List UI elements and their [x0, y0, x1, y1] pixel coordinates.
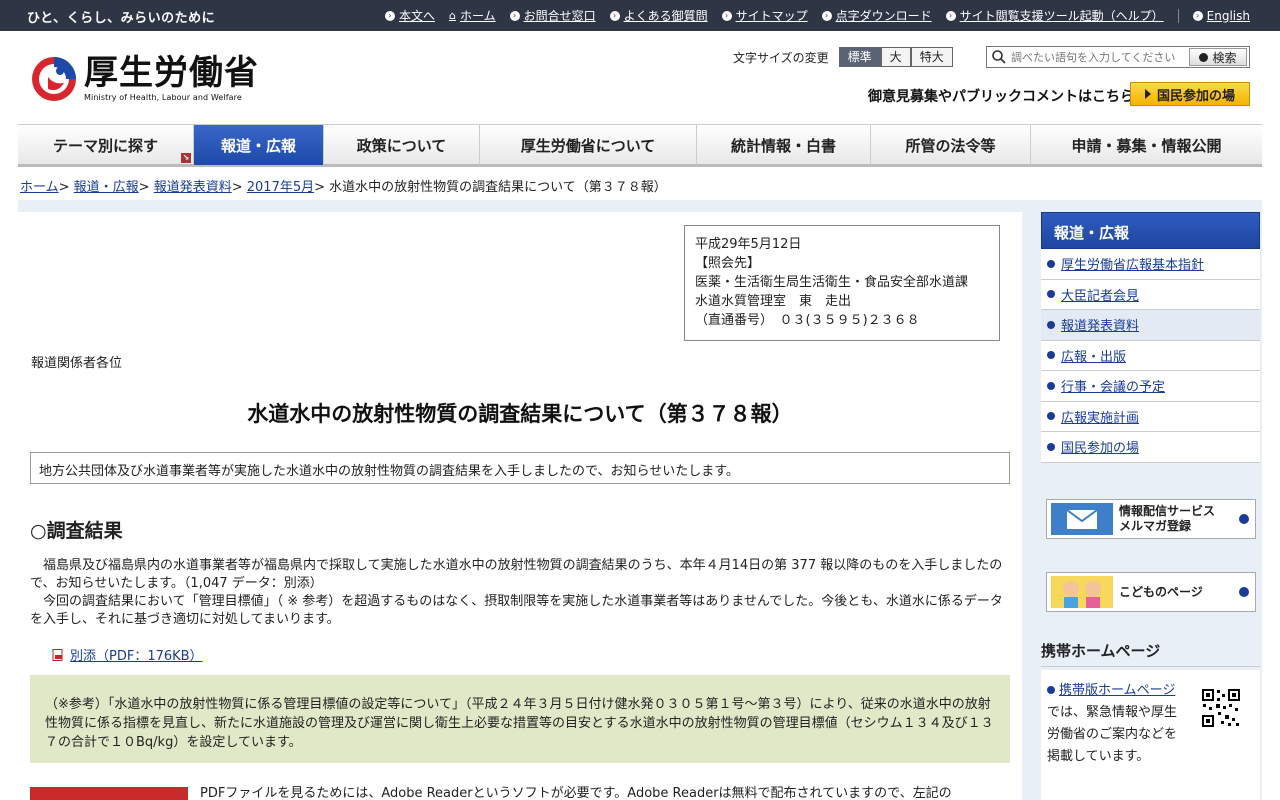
arrow-icon [1199, 52, 1209, 62]
breadcrumb-releases[interactable]: 報道発表資料 [154, 180, 232, 195]
breadcrumb-current: 水道水中の放射性物質の調査結果について（第３７８報） [329, 180, 667, 195]
mobile-site-link[interactable]: 携帯版ホームページ [1059, 683, 1175, 698]
bullet-icon [1047, 259, 1055, 268]
mobile-site-text: では、緊急情報や厚生労働省のご案内などを掲載しています。 [1047, 705, 1178, 764]
top-utility-bar: ひと、くらし、みらいのために › 本文へ ⌂ ホーム › お問合せ窓口 › よくある御質… [0, 0, 1280, 31]
kids-icon [1051, 576, 1113, 608]
mobile-site-heading: 携帯ホームページ [1041, 640, 1260, 667]
accessibility-tool-link[interactable]: › サイト閲覧支援ツール起動（ヘルプ） [945, 7, 1164, 24]
mhlw-logo-icon [30, 55, 78, 103]
font-size-large-button[interactable]: 大 [880, 47, 911, 67]
arrow-icon: › [509, 10, 520, 21]
expand-icon: ↘ [181, 153, 191, 163]
tagline: ひと、くらし、みらいのために [27, 11, 216, 26]
bullet-icon [1047, 686, 1055, 694]
sitemap-link[interactable]: › サイトマップ [721, 7, 808, 24]
home-icon: ⌂ [448, 9, 456, 22]
faq-link[interactable]: › よくある御質問 [609, 7, 708, 24]
nav-policy[interactable]: 政策について [324, 125, 480, 165]
utility-links: › 本文へ ⌂ ホーム › お問合せ窓口 › よくある御質問 › サイトマップ › 点字ダウ… [371, 7, 1250, 24]
contact-label: 【照会先】 [695, 256, 761, 271]
arrow-icon: › [609, 10, 620, 21]
nav-theme[interactable]: テーマ別に探す ↘ [18, 125, 194, 165]
logo-text: 厚生労働省 [84, 53, 259, 93]
breadcrumb-month[interactable]: 2017年5月 [247, 180, 314, 195]
breadcrumb-press[interactable]: 報道・広報 [74, 180, 139, 195]
sidebar-item-participation[interactable]: 国民参加の場 [1041, 432, 1260, 463]
reference-note: （※参考）「水道水中の放射性物質に係る管理目標値の設定等について」（平成２４年３… [30, 675, 1010, 763]
sidebar-item-publications[interactable]: 広報・出版 [1041, 340, 1260, 371]
attachment-pdf-link[interactable]: 別添（PDF：176KB） [52, 645, 203, 664]
arrow-icon: › [1192, 10, 1203, 21]
arrow-icon: › [945, 10, 956, 21]
contact-link[interactable]: › お問合せ窓口 [509, 7, 596, 24]
font-size-switcher: 文字サイズの変更 標準 大 特大 [733, 47, 953, 67]
arrow-icon: › [721, 10, 732, 21]
bullet-icon [1047, 381, 1055, 390]
sidebar-item-events[interactable]: 行事・会議の予定 [1041, 371, 1260, 402]
mail-icon [1051, 503, 1113, 535]
body-paragraph-1: 福島県及び福島県内の水道事業者等が福島県内で採取して実施した水道水中の放射性物質… [30, 558, 1003, 591]
nav-about[interactable]: 厚生労働省について [480, 125, 697, 165]
divider [1177, 8, 1179, 23]
mobile-site-box: 携帯版ホームページでは、緊急情報や厚生労働省のご案内などを掲載しています。 [1041, 670, 1260, 800]
english-link[interactable]: › English [1192, 9, 1250, 23]
recipient: 報道関係者各位 [31, 356, 123, 371]
release-date: 平成29年5月12日 [695, 237, 802, 252]
adobe-reader-notice: PDFファイルを見るためには、Adobe Readerというソフトが必要です。A… [200, 786, 952, 800]
bullet-icon [1047, 290, 1055, 299]
contact-phone: （直通番号） ０３(３５９５)２３６８ [695, 313, 920, 328]
sidebar-item-pr-policy[interactable]: 厚生労働省広報基本指針 [1041, 249, 1260, 280]
play-icon [1144, 89, 1151, 99]
nav-laws[interactable]: 所管の法令等 [871, 125, 1031, 165]
global-nav: テーマ別に探す ↘ 報道・広報 政策について 厚生労働省について 統計情報・白書 … [18, 124, 1262, 167]
public-participation-button[interactable]: 国民参加の場 [1130, 82, 1250, 106]
font-size-xlarge-button[interactable]: 特大 [910, 47, 953, 67]
search-button[interactable]: 検索 [1189, 48, 1247, 66]
search-input[interactable] [1011, 50, 1191, 64]
bullet-icon [1047, 442, 1055, 451]
search-icon [991, 49, 1007, 65]
font-size-label: 文字サイズの変更 [733, 50, 829, 65]
kids-page-banner[interactable]: こどものページ [1046, 572, 1256, 612]
sidebar-item-pr-plan[interactable]: 広報実施計画 [1041, 401, 1260, 432]
site-header: 厚生労働省 Ministry of Health, Labour and Wel… [0, 31, 1280, 124]
page-title: 水道水中の放射性物質の調査結果について（第３７８報） [247, 402, 793, 426]
contact-department: 医薬・生活衛生局生活衛生・食品安全部水道課 [695, 275, 969, 290]
skip-to-content-link[interactable]: › 本文へ [384, 7, 435, 24]
contact-info-box: 平成29年5月12日 【照会先】 医薬・生活衛生局生活衛生・食品安全部水道課 水… [684, 225, 1000, 341]
logo-english: Ministry of Health, Labour and Welfare [84, 93, 242, 102]
arrow-icon: › [821, 10, 832, 21]
nav-applications[interactable]: 申請・募集・情報公開 [1031, 125, 1262, 165]
sidebar-item-press-releases[interactable]: 報道発表資料 [1041, 310, 1260, 341]
body-paragraph-2: 今回の調査結果において「管理目標値」（ ※ 参考）を超過するものはなく、摂取制限… [30, 594, 1003, 627]
public-comment-text: 御意見募集やパブリックコメントはこちら [868, 89, 1134, 105]
bullet-icon [1047, 412, 1055, 421]
get-adobe-reader-icon[interactable] [30, 787, 188, 800]
font-size-normal-button[interactable]: 標準 [838, 47, 881, 67]
bullet-icon [1047, 351, 1055, 360]
qr-code-icon [1201, 688, 1241, 728]
contact-office: 水道水質管理室 東 走出 [695, 294, 852, 309]
braille-download-link[interactable]: › 点字ダウンロード [821, 7, 932, 24]
nav-press[interactable]: 報道・広報 [194, 125, 324, 165]
mailmag-banner[interactable]: 情報配信サービス メルマガ登録 [1046, 499, 1256, 539]
pdf-icon [52, 648, 64, 661]
arrow-icon [1239, 587, 1249, 597]
arrow-icon: › [384, 10, 395, 21]
nav-statistics[interactable]: 統計情報・白書 [697, 125, 871, 165]
sidebar-heading: 報道・広報 [1041, 212, 1260, 249]
sidebar-item-minister-press[interactable]: 大臣記者会見 [1041, 279, 1260, 310]
site-logo[interactable]: 厚生労働省 Ministry of Health, Labour and Wel… [30, 55, 259, 103]
lead-text: 地方公共団体及び水道事業者等が実施した水道水中の放射性物質の調査結果を入手しまし… [30, 452, 1010, 484]
search-box: 検索 [986, 46, 1250, 68]
breadcrumb: ホーム> 報道・広報> 報道発表資料> 2017年5月> 水道水中の放射性物質の… [20, 180, 667, 195]
sidebar: 報道・広報 厚生労働省広報基本指針 大臣記者会見 報道発表資料 広報・出版 行事… [1041, 212, 1260, 463]
home-link[interactable]: ⌂ ホーム [449, 7, 496, 24]
arrow-icon [1239, 514, 1249, 524]
bullet-icon [1047, 320, 1055, 329]
breadcrumb-home[interactable]: ホーム [20, 180, 59, 195]
section-title: ○調査結果 [30, 520, 123, 542]
